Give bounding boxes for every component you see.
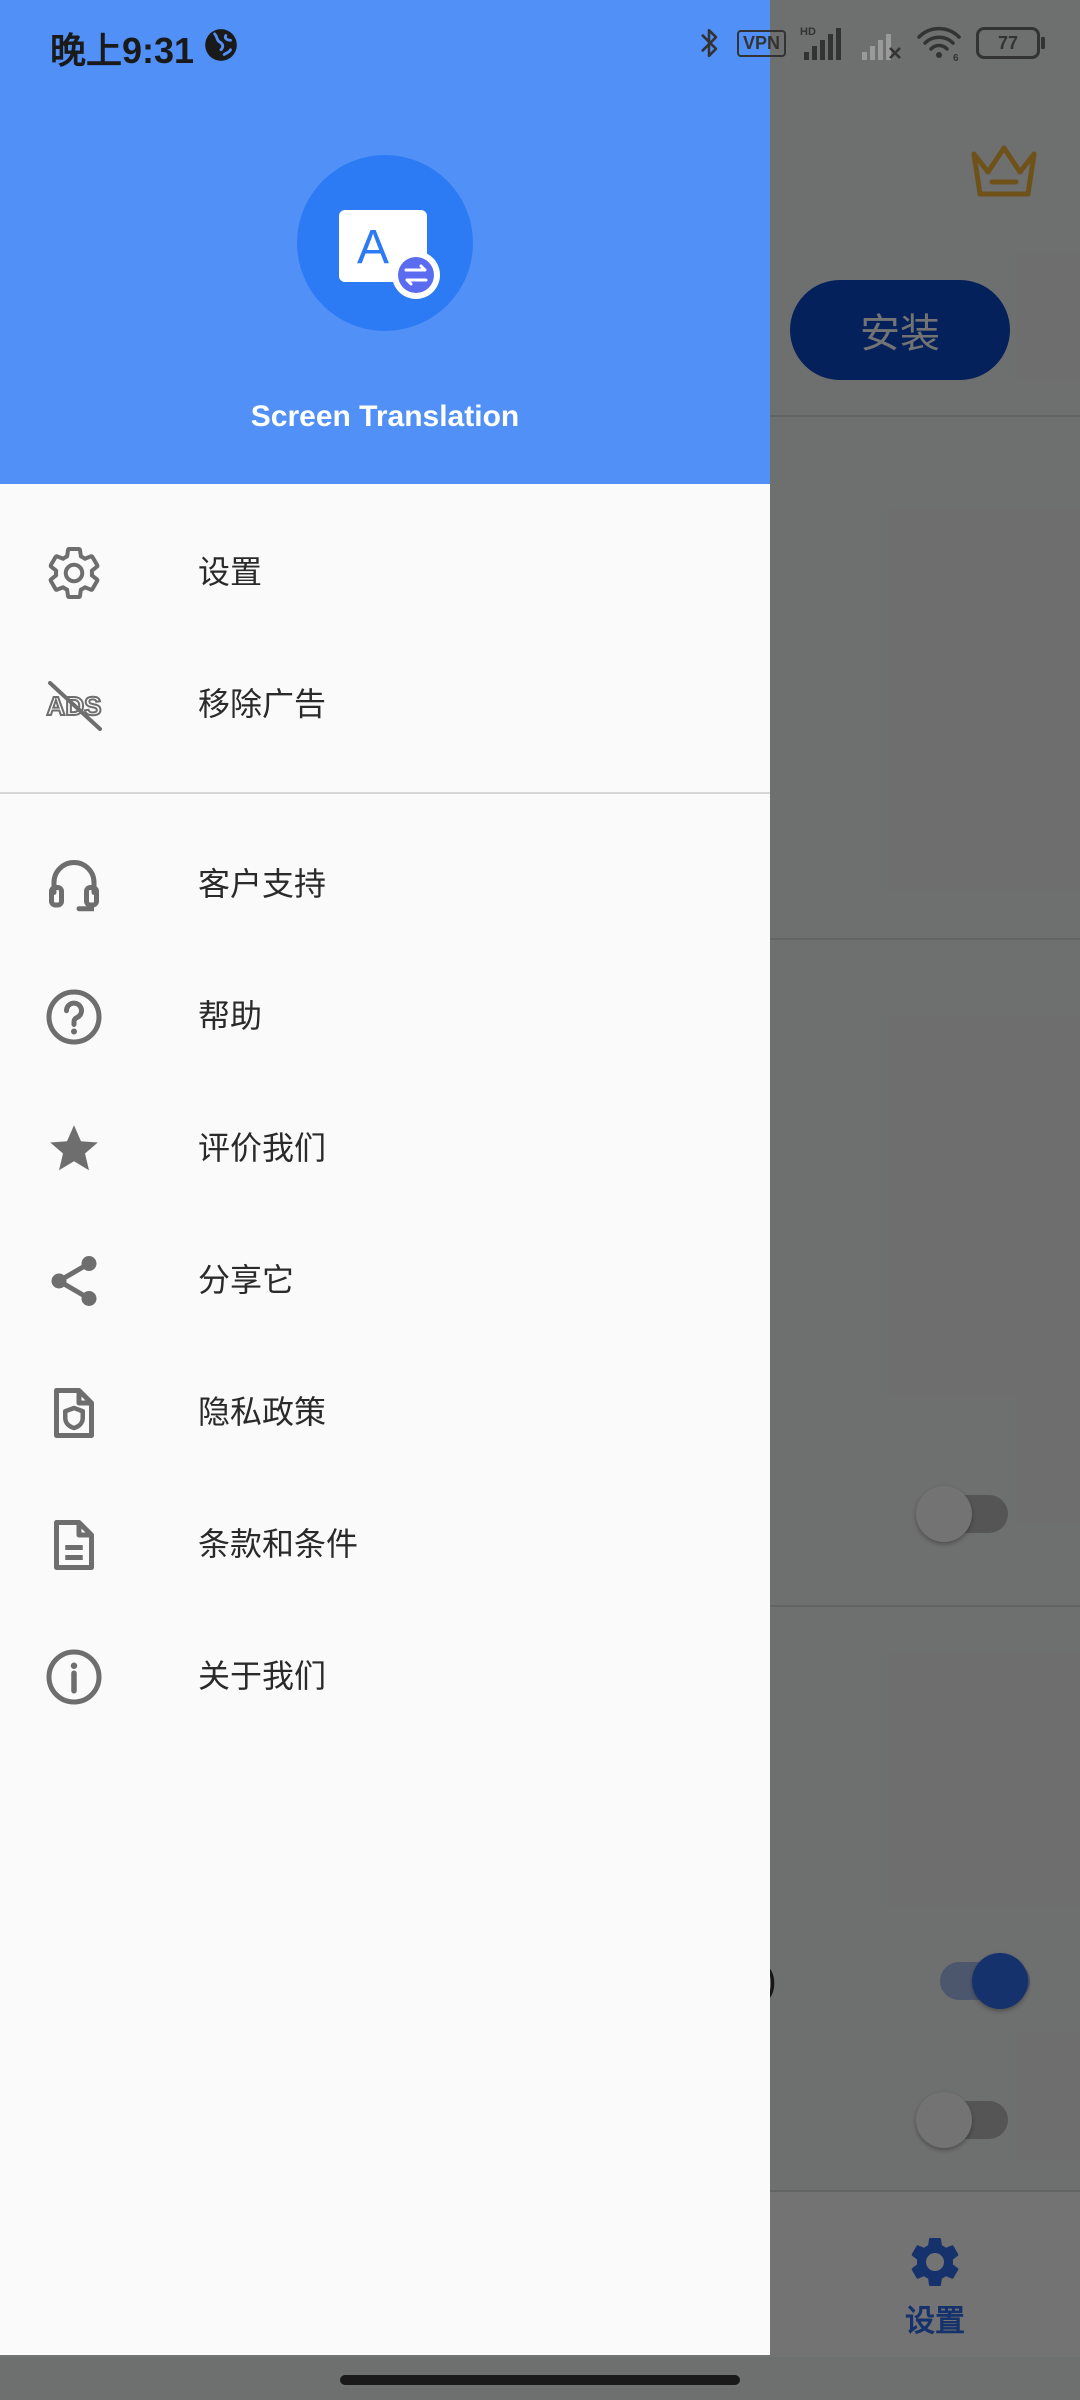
menu-divider <box>0 792 770 794</box>
headset-icon <box>49 860 99 912</box>
menu-item-label: 评价我们 <box>198 1130 327 1166</box>
menu-item-label: 设置 <box>198 554 263 590</box>
svg-text:6: 6 <box>953 53 959 62</box>
home-indicator[interactable] <box>340 2375 740 2385</box>
globe-icon <box>205 29 237 61</box>
share-icon <box>51 1256 97 1306</box>
app-logo: A <box>297 155 473 331</box>
menu-item-privacy-policy[interactable]: 隐私政策 <box>0 1346 770 1478</box>
gear-icon <box>48 547 100 599</box>
menu-item-settings[interactable]: 设置 <box>0 506 770 638</box>
menu-item-label: 分享它 <box>198 1262 295 1298</box>
status-right-icons: VPN HD 6 77 <box>695 24 1054 62</box>
signal-hd-icon: HD <box>800 26 842 60</box>
document-icon <box>54 1520 94 1570</box>
menu-item-label: 隐私政策 <box>198 1394 327 1430</box>
menu-item-label: 条款和条件 <box>198 1526 359 1562</box>
battery-indicator: 77 <box>976 27 1046 59</box>
star-icon <box>50 1125 98 1171</box>
privacy-doc-icon <box>54 1388 94 1438</box>
bluetooth-icon <box>701 28 718 58</box>
menu-item-label: 客户支持 <box>198 866 327 902</box>
wifi-icon: 6 <box>917 26 961 62</box>
menu-item-terms[interactable]: 条款和条件 <box>0 1478 770 1610</box>
help-circle-icon <box>46 989 102 1045</box>
vpn-badge: VPN <box>737 29 787 57</box>
navigation-drawer: A Screen Translation 设置 ADS 移除广告 <box>0 0 770 2355</box>
menu-item-share[interactable]: 分享它 <box>0 1214 770 1346</box>
svg-text:HD: HD <box>800 26 816 38</box>
screen: 安装 ) 设置 <box>0 0 1080 2400</box>
menu-item-remove-ads[interactable]: ADS 移除广告 <box>0 638 770 770</box>
app-name: Screen Translation <box>250 400 520 433</box>
menu-item-about-us[interactable]: 关于我们 <box>0 1610 770 1742</box>
battery-level: 77 <box>998 32 1019 53</box>
menu-item-rate-us[interactable]: 评价我们 <box>0 1082 770 1214</box>
menu-item-help[interactable]: 帮助 <box>0 950 770 1082</box>
signal-no-service-icon <box>862 34 901 60</box>
status-bar: 晚上9:31 VPN HD 6 77 <box>0 0 1080 90</box>
menu-item-label: 关于我们 <box>198 1658 327 1694</box>
info-icon <box>46 1649 102 1705</box>
menu-item-customer-support[interactable]: 客户支持 <box>0 818 770 950</box>
menu-item-label: 移除广告 <box>198 686 327 722</box>
svg-text:A: A <box>357 221 389 274</box>
translate-logo-icon: A <box>339 210 440 299</box>
menu-item-label: 帮助 <box>198 998 263 1034</box>
ads-off-icon: ADS <box>46 681 102 731</box>
status-time: 晚上9:31 <box>50 30 195 71</box>
